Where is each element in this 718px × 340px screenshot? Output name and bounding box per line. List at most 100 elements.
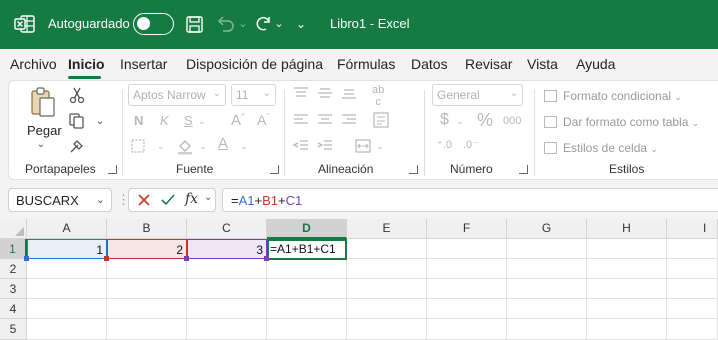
- decrease-font-icon[interactable]: Aˇ: [257, 112, 269, 128]
- cell-b1[interactable]: 2: [107, 239, 187, 259]
- fill-color-dropdown-icon[interactable]: ⌄: [199, 141, 207, 152]
- ref-handle[interactable]: [104, 256, 109, 261]
- cell-c1[interactable]: 3: [187, 239, 267, 259]
- decrease-decimal-icon[interactable]: .0⁻: [463, 138, 478, 151]
- grid-cell[interactable]: [27, 259, 107, 279]
- ref-handle[interactable]: [24, 256, 29, 261]
- ref-handle[interactable]: [184, 256, 189, 261]
- align-left-icon[interactable]: [292, 113, 310, 127]
- row-header-1[interactable]: 1: [0, 239, 27, 259]
- tab-insertar[interactable]: Insertar: [120, 56, 167, 72]
- thousands-separator-icon[interactable]: 000: [503, 115, 521, 127]
- underline-button[interactable]: S: [184, 113, 193, 128]
- row-header-3[interactable]: 3: [0, 279, 27, 299]
- grid-cell[interactable]: [667, 299, 718, 319]
- grid-cell[interactable]: [267, 319, 347, 340]
- name-box[interactable]: BUSCARX ⌄: [8, 188, 112, 212]
- grid-cell[interactable]: [347, 319, 427, 340]
- grid-cell[interactable]: [587, 259, 667, 279]
- decrease-indent-icon[interactable]: [292, 139, 310, 153]
- bold-button[interactable]: N: [134, 113, 143, 128]
- paste-dropdown-icon[interactable]: ⌄: [36, 139, 46, 150]
- undo-icon[interactable]: [214, 12, 236, 36]
- grid-cell[interactable]: [347, 279, 427, 299]
- align-top-icon[interactable]: [292, 86, 310, 100]
- orientation-icon[interactable]: ab c: [372, 84, 384, 108]
- redo-icon[interactable]: [252, 12, 274, 36]
- increase-decimal-icon[interactable]: ⁺.0: [437, 138, 452, 151]
- increase-font-icon[interactable]: A^: [231, 112, 245, 129]
- grid-cell[interactable]: [587, 279, 667, 299]
- font-size-combo[interactable]: 11 ⌄: [231, 84, 276, 106]
- grid-cell[interactable]: [27, 319, 107, 340]
- cell-styles-button[interactable]: Estilos de celda ⌄: [544, 141, 658, 155]
- number-format-combo[interactable]: General ⌄: [432, 84, 523, 106]
- grid-cell[interactable]: [347, 259, 427, 279]
- format-painter-icon[interactable]: [68, 137, 86, 155]
- chevron-down-icon[interactable]: ⌄: [204, 192, 212, 203]
- grid-cell[interactable]: [427, 319, 507, 340]
- wrap-text-icon[interactable]: [372, 111, 390, 129]
- align-right-icon[interactable]: [340, 113, 358, 127]
- font-name-combo[interactable]: Aptos Narrow ⌄: [128, 84, 226, 106]
- grid-cell[interactable]: [267, 279, 347, 299]
- row-header-4[interactable]: 4: [0, 299, 27, 319]
- grid-cell[interactable]: [27, 299, 107, 319]
- grid-cell[interactable]: [587, 319, 667, 340]
- insert-function-icon[interactable]: fx: [185, 191, 198, 207]
- fill-color-icon[interactable]: [176, 137, 194, 155]
- grid-cell[interactable]: [267, 259, 347, 279]
- align-center-icon[interactable]: [316, 113, 334, 127]
- grid-cell[interactable]: [107, 259, 187, 279]
- tab-archivo[interactable]: Archivo: [10, 56, 57, 72]
- copy-dropdown-icon[interactable]: ⌄: [95, 114, 105, 127]
- format-as-table-button[interactable]: Dar formato como tabla ⌄: [544, 115, 699, 129]
- font-color-icon[interactable]: A: [218, 135, 228, 152]
- column-header-a[interactable]: A: [27, 219, 107, 239]
- column-header-i[interactable]: I: [667, 219, 718, 239]
- paste-icon[interactable]: [29, 86, 59, 120]
- percent-icon[interactable]: %: [477, 110, 493, 131]
- merge-dropdown-icon[interactable]: ⌄: [376, 141, 384, 152]
- grid-cell[interactable]: [427, 299, 507, 319]
- copy-icon[interactable]: [68, 112, 86, 130]
- tab-ayuda[interactable]: Ayuda: [576, 56, 615, 72]
- tab-inicio[interactable]: Inicio: [68, 56, 105, 72]
- row-header-5[interactable]: 5: [0, 319, 27, 340]
- cell-a1[interactable]: 1: [27, 239, 107, 259]
- grid-cell[interactable]: [187, 299, 267, 319]
- grid-cell[interactable]: [347, 239, 427, 259]
- formula-input[interactable]: =A1+B1+C1: [222, 188, 718, 212]
- grid-cell[interactable]: [587, 239, 667, 259]
- borders-icon[interactable]: [130, 138, 146, 154]
- ref-handle[interactable]: [264, 256, 269, 261]
- tab-revisar[interactable]: Revisar: [465, 56, 512, 72]
- align-middle-icon[interactable]: [316, 86, 334, 100]
- grid-cell[interactable]: [107, 319, 187, 340]
- paste-label[interactable]: Pegar: [27, 123, 62, 138]
- cancel-icon[interactable]: [137, 193, 151, 207]
- column-header-e[interactable]: E: [347, 219, 427, 239]
- cut-icon[interactable]: [68, 86, 86, 104]
- grid-cell[interactable]: [667, 319, 718, 340]
- font-launcher-icon[interactable]: [270, 165, 279, 174]
- column-header-f[interactable]: F: [427, 219, 507, 239]
- customize-toolbar-icon[interactable]: ⌄: [294, 12, 308, 36]
- tab-vista[interactable]: Vista: [527, 56, 558, 72]
- italic-button[interactable]: K: [160, 113, 169, 128]
- currency-dropdown-icon[interactable]: ⌄: [456, 116, 464, 127]
- column-header-c[interactable]: C: [187, 219, 267, 239]
- grid-cell[interactable]: [27, 279, 107, 299]
- undo-dropdown-icon[interactable]: ⌄: [238, 12, 248, 36]
- grid-cell[interactable]: [427, 239, 507, 259]
- enter-icon[interactable]: [160, 193, 176, 207]
- clipboard-launcher-icon[interactable]: [108, 165, 117, 174]
- merge-center-icon[interactable]: [354, 137, 372, 155]
- grid-cell[interactable]: [667, 259, 718, 279]
- grid-cell[interactable]: [507, 259, 587, 279]
- borders-dropdown-icon[interactable]: ⌄: [157, 141, 165, 152]
- grid-cell[interactable]: [667, 239, 718, 259]
- save-icon[interactable]: [184, 12, 206, 36]
- tab-datos[interactable]: Datos: [411, 56, 448, 72]
- conditional-formatting-button[interactable]: Formato condicional ⌄: [544, 89, 682, 103]
